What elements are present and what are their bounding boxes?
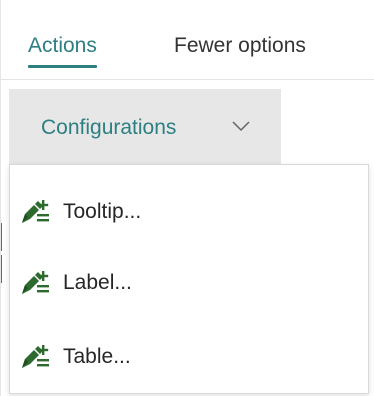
tab-fewer-options-label: Fewer options xyxy=(174,34,306,57)
tab-actions-label: Actions xyxy=(28,34,97,57)
background-edge-line xyxy=(1,223,2,251)
menu-item-label-label: Label... xyxy=(63,271,132,294)
tab-fewer-options[interactable]: Fewer options xyxy=(174,33,306,59)
tab-actions[interactable]: Actions xyxy=(28,33,97,68)
edit-add-icon xyxy=(22,200,49,223)
menu-item-tooltip-label: Tooltip... xyxy=(63,200,142,223)
chevron-down-icon xyxy=(232,121,250,132)
menu-item-table[interactable]: Table... xyxy=(10,327,368,387)
menu-item-table-label: Table... xyxy=(63,345,131,368)
menu-item-tooltip[interactable]: Tooltip... xyxy=(10,182,368,242)
actions-panel: Actions Fewer options Configurations Too… xyxy=(0,0,374,396)
edit-add-icon xyxy=(22,345,49,368)
configurations-dropdown-button[interactable]: Configurations xyxy=(9,89,281,164)
active-tab-indicator xyxy=(28,65,97,68)
tab-bar: Actions Fewer options xyxy=(1,0,374,80)
configurations-menu: Tooltip... Label... Table... xyxy=(9,164,369,394)
menu-item-label[interactable]: Label... xyxy=(10,253,368,313)
edit-add-icon xyxy=(22,271,49,294)
configurations-label: Configurations xyxy=(41,116,177,139)
background-edge-line xyxy=(1,255,2,283)
